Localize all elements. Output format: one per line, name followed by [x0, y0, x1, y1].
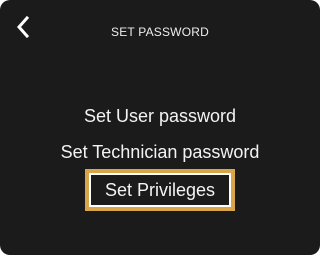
page-title: SET PASSWORD [111, 25, 209, 39]
menu-item-set-privileges[interactable]: Set Privileges [86, 171, 234, 209]
menu-item-set-user-password[interactable]: Set User password [72, 98, 248, 134]
password-menu: Set User password Set Technician passwor… [0, 98, 320, 209]
device-screen: SET PASSWORD Set User password Set Techn… [0, 0, 320, 255]
menu-item-set-technician-password[interactable]: Set Technician password [49, 134, 272, 170]
